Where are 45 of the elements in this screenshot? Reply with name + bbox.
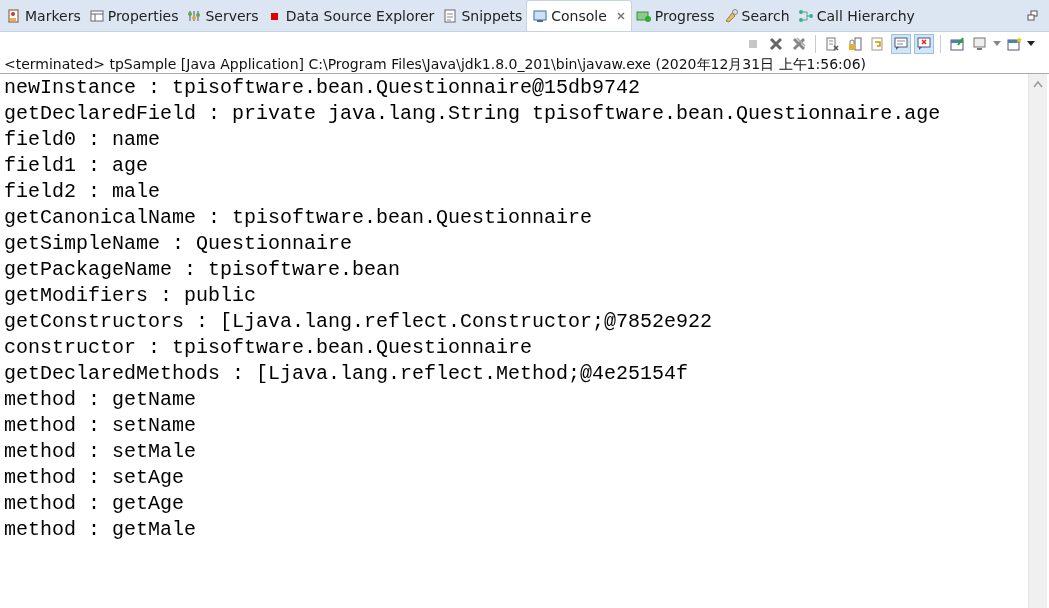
console-line: getDeclaredField : private java.lang.String tpisoftware.bean.Questionnaire.age <box>4 101 942 127</box>
console-line: method : setMale <box>4 439 198 465</box>
tab[interactable]: Properties <box>84 1 183 31</box>
tab[interactable]: Servers <box>182 1 263 31</box>
markers-icon <box>6 8 22 24</box>
console-line: method : getMale <box>4 517 198 543</box>
vertical-scrollbar[interactable] <box>1028 74 1047 608</box>
tab[interactable]: Progress <box>631 1 719 31</box>
console-line: getPackageName : tpisoftware.bean <box>4 257 402 283</box>
tab[interactable]: Call Hierarchy <box>793 1 919 31</box>
search-icon <box>722 8 739 24</box>
tab[interactable]: Console <box>526 0 632 31</box>
clear-icon <box>824 36 840 52</box>
tab[interactable]: Markers <box>2 1 85 31</box>
scroll-up-icon[interactable] <box>1033 80 1043 88</box>
console-line: getSimpleName : Questionnaire <box>4 231 354 257</box>
properties-icon <box>88 8 105 24</box>
console-line: method : getName <box>4 387 198 413</box>
tab[interactable]: Search <box>718 1 794 31</box>
console-line: constructor : tpisoftware.bean.Questionnaire <box>4 335 534 361</box>
remove-icon <box>768 36 784 52</box>
console-line: field2 : male <box>4 179 162 205</box>
console-line: getCanonicalName : tpisoftware.bean.Questionnaire <box>4 205 594 231</box>
hierarchy-icon <box>797 8 814 24</box>
tab[interactable]: Data Source Explorer <box>262 1 439 31</box>
console-line: method : getAge <box>4 491 186 517</box>
console-line: method : setAge <box>4 465 186 491</box>
console-line: newInstance : tpisoftware.bean.Questionnaire@15db9742 <box>4 75 642 101</box>
display-icon <box>972 36 988 52</box>
console-icon <box>532 8 549 24</box>
scroll-lock-icon <box>847 36 863 52</box>
snippets-icon <box>442 8 459 24</box>
remove-all-icon <box>791 36 807 52</box>
console-line: getDeclaredMethods : [Ljava.lang.reflect.Method;@4e25154f <box>4 361 690 387</box>
caret-icon[interactable] <box>1027 41 1035 47</box>
console-line: field1 : age <box>4 153 150 179</box>
tab[interactable]: Snippets <box>438 1 527 31</box>
close-icon[interactable] <box>615 11 626 21</box>
new-console-icon <box>1006 36 1022 52</box>
servers-icon <box>186 8 203 24</box>
console-line: getModifiers : public <box>4 283 258 309</box>
console-line: getConstructors : [Ljava.lang.reflect.Constructor;@7852e922 <box>4 309 714 335</box>
console-line: field0 : name <box>4 127 162 153</box>
console-line: method : setName <box>4 413 198 439</box>
restore-icon[interactable] <box>1027 9 1039 22</box>
